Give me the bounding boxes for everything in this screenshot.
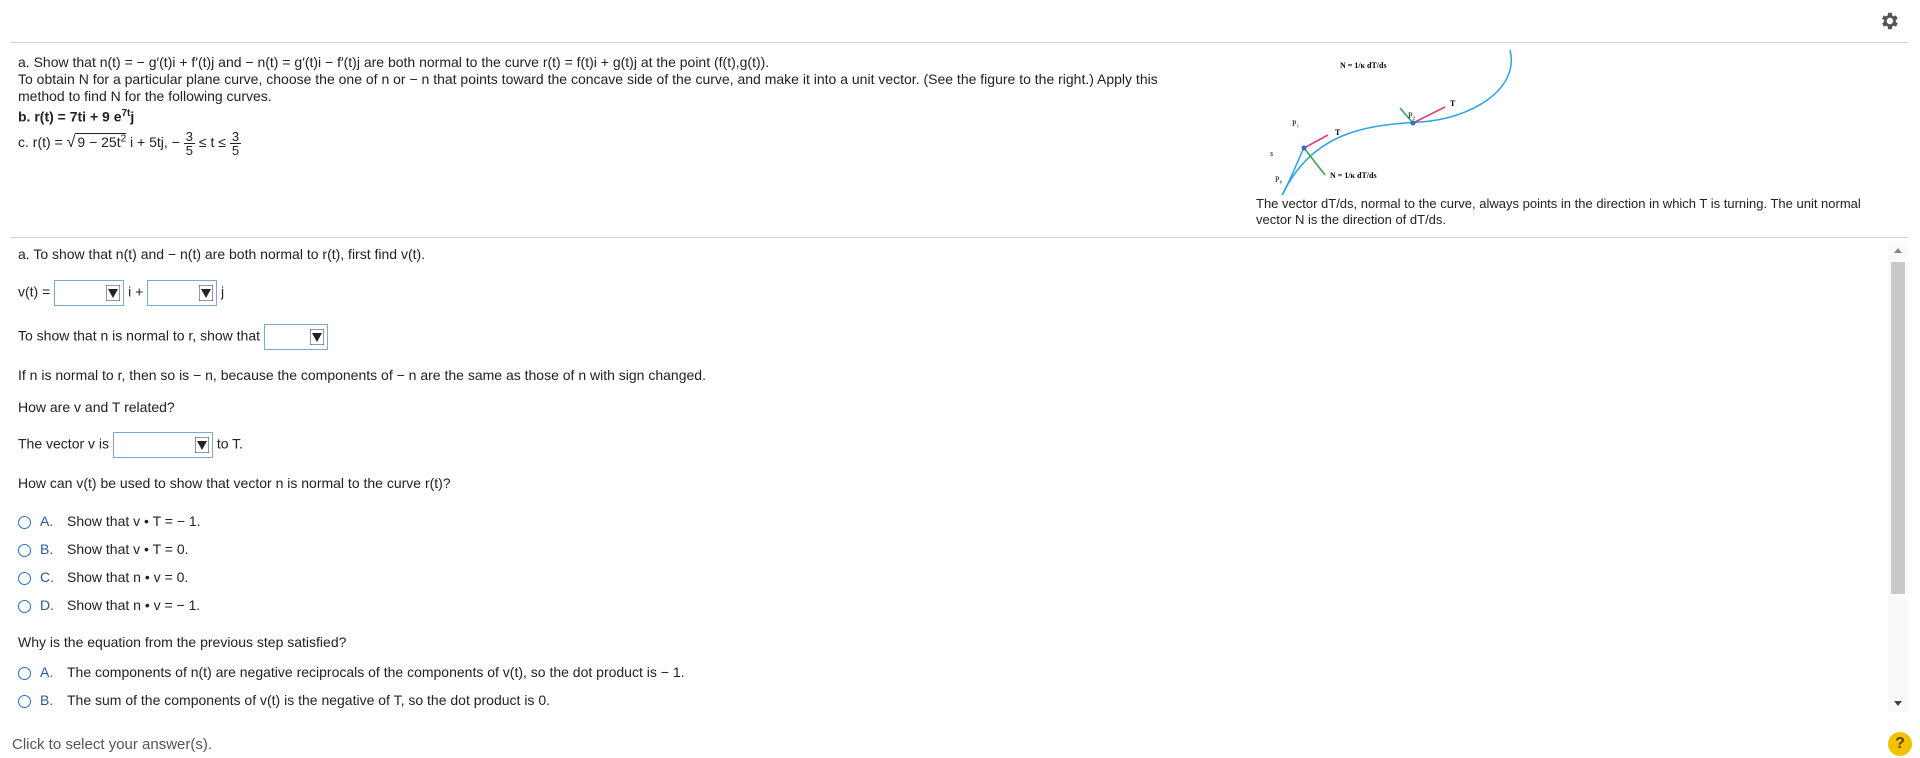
intro-text: a. To show that n(t) and − n(t) are both… (18, 246, 426, 262)
q2-option-b[interactable]: B. The sum of the components of v(t) is t… (18, 692, 550, 708)
radio-button[interactable] (18, 695, 31, 708)
radio-button[interactable] (18, 572, 31, 585)
neg-n-text: If n is normal to r, then so is − n, bec… (18, 367, 706, 383)
radio-button[interactable] (18, 667, 31, 680)
top-divider (10, 42, 1908, 43)
q1-option-b[interactable]: B. Show that v • T = 0. (18, 541, 189, 557)
label-p0: P₀ (1275, 175, 1282, 184)
help-button[interactable]: ? (1888, 732, 1912, 756)
q2-option-a[interactable]: A. The components of n(t) are negative re… (18, 664, 685, 680)
part-b: b. r(t) = 7ti + 9 e7tj (18, 108, 135, 125)
label-s: s (1270, 149, 1273, 158)
normal-condition-dropdown[interactable] (263, 324, 328, 350)
part-c: c. r(t) = √ 9 − 25t2 i + 5tj, − 35 ≤ t ≤ … (18, 128, 242, 158)
footer-hint: Click to select your answer(s). (12, 736, 213, 753)
vt-question: How are v and T related? (18, 399, 175, 415)
label-p1: P₁ (1292, 119, 1299, 128)
problem-statement: a. Show that n(t) = − g′(t)i + f′(t)j an… (18, 54, 1228, 157)
velocity-row: v(t) = i + j (18, 280, 224, 306)
curve-figure: T T N = 1/κ dT/ds N = 1/κ dT/ds P₀ P₁ P₂… (1270, 50, 1513, 195)
fraction-upper: 35 (229, 128, 242, 158)
dropdown-arrow-icon (199, 285, 214, 301)
scroll-down-icon[interactable] (1893, 700, 1903, 708)
gear-icon[interactable] (1878, 10, 1900, 32)
radio-button[interactable] (18, 516, 31, 529)
vertical-scrollbar[interactable] (1888, 242, 1908, 712)
fraction-lower: 35 (183, 128, 195, 158)
scroll-up-icon[interactable] (1893, 246, 1903, 254)
q1-option-d[interactable]: D. Show that n • v = − 1. (18, 597, 200, 613)
radio-button[interactable] (18, 600, 31, 613)
v-j-dropdown[interactable] (147, 280, 218, 306)
problem-line-1: a. Show that n(t) = − g′(t)i + f′(t)j an… (18, 54, 770, 70)
answer-area: a. To show that n(t) and − n(t) are both… (18, 244, 1878, 714)
label-t1: T (1335, 128, 1341, 137)
problem-line-2: To obtain N for a particular plane curve… (18, 71, 1158, 87)
radio-button[interactable] (18, 544, 31, 557)
label-n-bottom: N = 1/κ dT/ds (1330, 171, 1377, 180)
dropdown-arrow-icon (309, 329, 324, 345)
v-i-dropdown[interactable] (54, 280, 125, 306)
label-t2: T (1450, 99, 1456, 108)
scroll-thumb[interactable] (1891, 262, 1905, 594)
label-p2: P₂ (1408, 111, 1415, 120)
normal-prompt-row: To show that n is normal to r, show that (18, 324, 328, 350)
label-n-top: N = 1/κ dT/ds (1340, 61, 1387, 70)
q1-text: How can v(t) be used to show that vector… (18, 475, 451, 491)
section-divider (10, 237, 1908, 238)
vector-v-row: The vector v is to T. (18, 432, 243, 458)
dropdown-arrow-icon (194, 437, 209, 453)
q2-text: Why is the equation from the previous st… (18, 634, 347, 650)
q1-option-a[interactable]: A. Show that v • T = − 1. (18, 513, 201, 529)
v-relation-dropdown[interactable] (112, 432, 213, 458)
figure-caption: The vector dT/ds, normal to the curve, a… (1256, 196, 1861, 227)
q1-option-c[interactable]: C. Show that n • v = 0. (18, 569, 188, 585)
problem-line-3: method to find N for the following curve… (18, 88, 272, 104)
dropdown-arrow-icon (106, 285, 121, 301)
